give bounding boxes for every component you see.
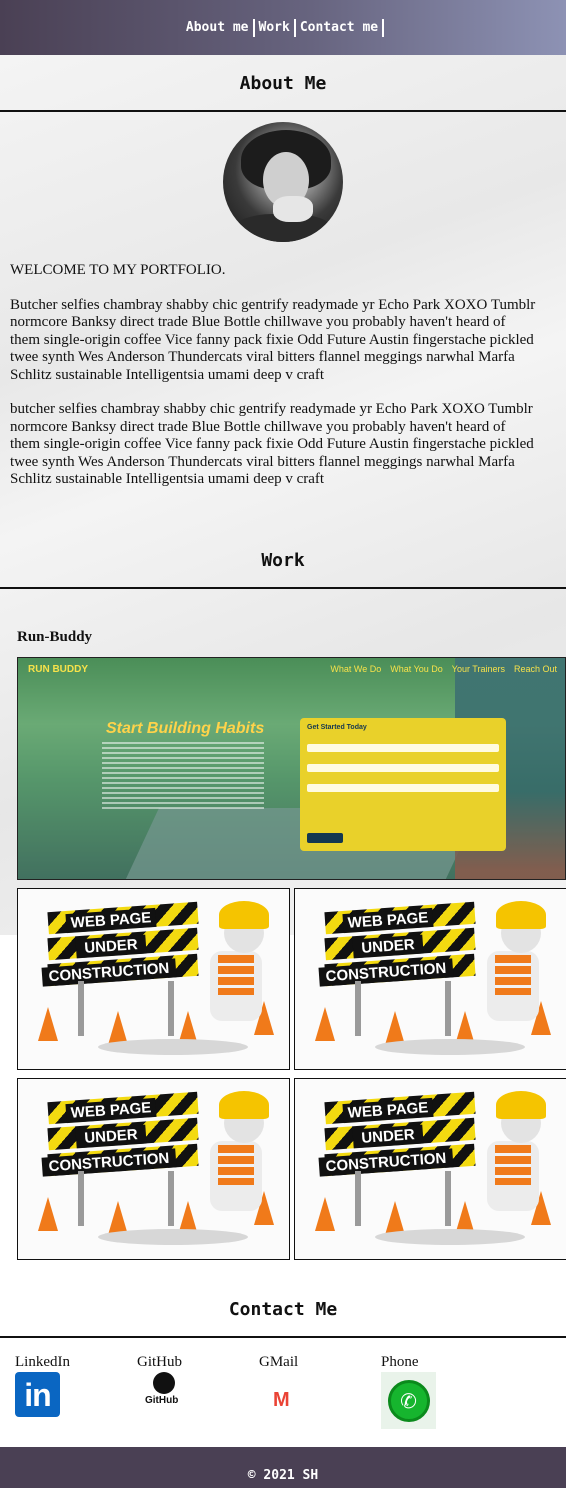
run-buddy-form: Get Started Today	[300, 718, 506, 851]
copyright-text: © 2021 SH	[247, 1468, 319, 1483]
gmail-glyph: M	[273, 1389, 290, 1411]
run-buddy-project-image[interactable]: RUN BUDDY What We Do What You Do Your Tr…	[17, 657, 566, 880]
page: About me Work Contact me About Me WELCOM…	[0, 0, 566, 649]
about-text: WELCOME TO MY PORTFOLIO. Butcher selfies…	[0, 242, 566, 506]
construction-text: UNDER	[75, 1124, 147, 1149]
run-buddy-logo: RUN BUDDY	[28, 664, 88, 675]
run-buddy-hero-text: Start Building Habits	[106, 720, 265, 737]
construction-text: UNDER	[352, 934, 424, 959]
about-p2-line: butcher selfies chambray shabby chic gen…	[10, 401, 533, 417]
project-placeholder-image[interactable]: WEB PAGE UNDER CONSTRUCTION	[294, 1078, 566, 1260]
contact-section: Contact Me LinkedIn in GitHub GitHub GMa…	[0, 1281, 566, 1429]
about-p1-line: them single-origin coffee Vice fanny pac…	[10, 331, 534, 348]
phone-glyph: ✆	[387, 1379, 430, 1422]
about-p2-line: them single-origin coffee Vice fanny pac…	[10, 436, 534, 452]
github-icon[interactable]: GitHub	[145, 1372, 183, 1408]
contact-label: LinkedIn	[15, 1354, 70, 1370]
about-p1-line: Schlitz sustainable Intelligentsia umami…	[10, 366, 325, 383]
contact-label: GMail	[259, 1354, 299, 1370]
contact-label: Phone	[381, 1354, 419, 1370]
run-buddy-menu-item: What You Do	[390, 664, 443, 674]
contact-github[interactable]: GitHub GitHub	[137, 1354, 259, 1429]
contact-phone[interactable]: Phone ✆	[381, 1354, 503, 1429]
project-title: Run-Buddy	[17, 628, 93, 645]
contact-title: Contact Me	[0, 1281, 566, 1338]
construction-text: UNDER	[352, 1124, 424, 1149]
run-buddy-menu: What We Do What You Do Your Trainers Rea…	[330, 664, 557, 674]
profile-photo	[223, 122, 343, 242]
about-p2-line: twee synth Wes Anderson Thundercats vira…	[10, 453, 515, 470]
about-p2-line: normcore Banksy direct trade Blue Bottle…	[10, 418, 506, 435]
contact-list: LinkedIn in GitHub GitHub GMail M Phone …	[0, 1354, 566, 1429]
about-p1-line: twee synth Wes Anderson Thundercats vira…	[10, 349, 515, 365]
run-buddy-menu-item: Reach Out	[513, 664, 557, 674]
run-buddy-menu-item: Your Trainers	[451, 664, 505, 674]
nav-link-contact[interactable]: Contact me	[296, 18, 385, 37]
contact-linkedin[interactable]: LinkedIn in	[15, 1354, 137, 1429]
work-title: Work	[0, 532, 566, 589]
nav-list: About me Work Contact me	[182, 18, 385, 37]
run-buddy-form-title: Get Started Today	[307, 724, 367, 731]
project-placeholder-image[interactable]: WEB PAGE UNDER CONSTRUCTION	[17, 1078, 290, 1260]
top-nav: About me Work Contact me	[0, 0, 566, 55]
gmail-icon[interactable]: M	[273, 1390, 301, 1410]
run-buddy-menu-item: What We Do	[330, 664, 382, 674]
about-p2-line: Schlitz sustainable Intelligentsia umami…	[10, 471, 325, 487]
phone-icon[interactable]: ✆	[381, 1372, 436, 1429]
about-paragraph-2: butcher selfies chambray shabby chic gen…	[10, 401, 566, 489]
about-paragraph-1: Butcher selfies chambray shabby chic gen…	[10, 297, 566, 385]
about-p1-line: Butcher selfies chambray shabby chic gen…	[10, 296, 536, 313]
run-buddy-body-text	[102, 742, 264, 812]
linkedin-icon[interactable]: in	[15, 1372, 60, 1417]
github-wordmark: GitHub	[145, 1395, 179, 1406]
nav-link-work[interactable]: Work	[255, 18, 296, 37]
about-section: About Me WELCOME TO MY PORTFOLIO. Butche…	[0, 55, 566, 506]
footer: © 2021 SH	[0, 1447, 566, 1488]
contact-label: GitHub	[137, 1354, 182, 1370]
project-placeholder-image[interactable]: WEB PAGE UNDER CONSTRUCTION	[294, 888, 566, 1070]
project-placeholder-image[interactable]: WEB PAGE UNDER CONSTRUCTION	[17, 888, 290, 1070]
about-p1-line: normcore Banksy direct trade Blue Bottle…	[10, 314, 506, 330]
contact-gmail[interactable]: GMail M	[259, 1354, 381, 1429]
work-section: Work Run-Buddy	[0, 532, 566, 649]
welcome-text: WELCOME TO MY PORTFOLIO.	[10, 262, 226, 278]
nav-link-about[interactable]: About me	[182, 18, 255, 37]
about-title: About Me	[0, 55, 566, 112]
construction-text: UNDER	[75, 934, 147, 959]
